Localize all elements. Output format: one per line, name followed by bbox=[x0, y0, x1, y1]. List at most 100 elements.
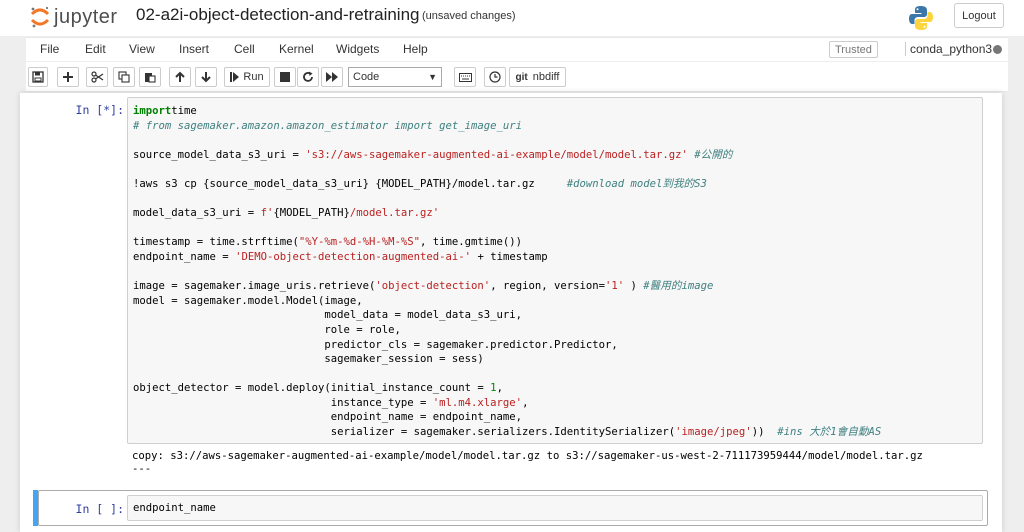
code-line: model = sagemaker.model.Model(image, bbox=[133, 294, 881, 309]
header: jupyter 02-a2i-object-detection-and-retr… bbox=[0, 0, 1024, 36]
run-button[interactable]: Run bbox=[224, 67, 270, 87]
code-line: sagemaker_session = sess) bbox=[133, 352, 881, 367]
code-line: predictor_cls = sagemaker.predictor.Pred… bbox=[133, 338, 881, 353]
plus-icon bbox=[63, 72, 73, 82]
code-token: #download model到我的S3 bbox=[566, 177, 707, 190]
code-token: source_model_data_s3_uri = bbox=[133, 148, 306, 161]
cell-2-input[interactable]: endpoint_name bbox=[127, 495, 983, 521]
code-token: 'ml.m4.xlarge' bbox=[432, 396, 523, 409]
code-line: endpoint_name = 'DEMO-object-detection-a… bbox=[133, 250, 881, 265]
copy-icon bbox=[118, 71, 130, 83]
code-token: )) bbox=[751, 426, 778, 439]
code-line: endpoint_name bbox=[133, 501, 216, 516]
code-line: object_detector = model.deploy(initial_i… bbox=[133, 381, 881, 396]
cell-1-prompt: In [*]: bbox=[75, 103, 124, 117]
python-logo-icon bbox=[909, 6, 933, 30]
output-line-2: --- bbox=[132, 463, 152, 475]
code-line: serializer = sagemaker.serializers.Ident… bbox=[133, 425, 882, 440]
save-button[interactable] bbox=[28, 67, 48, 87]
logo-text: jupyter bbox=[54, 5, 118, 28]
interrupt-button[interactable] bbox=[274, 67, 296, 87]
code-token: endpoint_name = bbox=[133, 250, 236, 263]
menu-edit[interactable]: Edit bbox=[85, 42, 106, 56]
code-token: instance_type = bbox=[133, 396, 433, 409]
code-token: import bbox=[133, 105, 172, 117]
step-forward-icon bbox=[230, 72, 240, 82]
arrow-up-icon bbox=[175, 71, 185, 82]
kernel-name[interactable]: conda_python3 bbox=[910, 42, 992, 56]
menu-view[interactable]: View bbox=[129, 42, 155, 56]
kernel-busy-icon bbox=[993, 45, 1002, 54]
copy-button[interactable] bbox=[113, 67, 135, 87]
code-line: model_data_s3_uri = f'{MODEL_PATH}/model… bbox=[133, 206, 881, 221]
code-token: !aws s3 cp {source_model_data_s3_uri} {M… bbox=[133, 177, 567, 190]
restart-kernel-button[interactable] bbox=[297, 67, 319, 87]
menu-insert[interactable]: Insert bbox=[179, 42, 209, 56]
code-token: 's3://aws-sagemaker-augmented-ai-example… bbox=[305, 148, 688, 161]
notebook-title[interactable]: 02-a2i-object-detection-and-retraining bbox=[136, 5, 420, 25]
move-up-button[interactable] bbox=[169, 67, 191, 87]
code-token: #ins 大於1會自動AS bbox=[777, 426, 882, 439]
code-token: {MODEL_PATH} bbox=[273, 207, 350, 220]
code-token: + timestamp bbox=[471, 250, 548, 263]
notebook-container: In [*]: importtime # from sagemaker.amazo… bbox=[20, 93, 1002, 532]
code-line: role = role, bbox=[133, 323, 881, 338]
cell-1-code[interactable]: importtime # from sagemaker.amazon.amazon… bbox=[133, 104, 881, 440]
code-token: predictor_cls = sagemaker.predictor.Pred… bbox=[133, 338, 618, 351]
code-token: "%Y-%m-%d-%H-%M-%S" bbox=[298, 236, 421, 249]
code-token: role = role, bbox=[133, 323, 401, 336]
restart-icon bbox=[303, 71, 313, 82]
menu-cell[interactable]: Cell bbox=[234, 42, 255, 56]
code-token: , region, version= bbox=[490, 280, 605, 293]
chevron-down-icon: ▼ bbox=[428, 72, 437, 82]
code-token: 'DEMO-object-detection-augmented-ai-' bbox=[235, 250, 472, 263]
menu-widgets[interactable]: Widgets bbox=[336, 42, 379, 56]
code-token: model_data = model_data_s3_uri, bbox=[133, 309, 523, 322]
code-token: ) bbox=[624, 280, 644, 293]
insert-cell-button[interactable] bbox=[57, 67, 79, 87]
code-token: endpoint_name = endpoint_name, bbox=[133, 411, 523, 424]
code-token: image = sagemaker.image_uris.retrieve( bbox=[133, 280, 376, 293]
menubar: File Edit View Insert Cell Kernel Widget… bbox=[26, 37, 1008, 61]
code-token: 'image/jpeg' bbox=[675, 426, 752, 439]
git-label: git bbox=[515, 71, 528, 83]
paste-button[interactable] bbox=[139, 67, 161, 87]
menu-file[interactable]: File bbox=[40, 42, 59, 56]
output-line-1: copy: s3://aws-sagemaker-augmented-ai-ex… bbox=[132, 450, 923, 462]
cell-type-select[interactable]: Code ▼ bbox=[348, 67, 442, 87]
code-token: , bbox=[522, 396, 529, 409]
menu-help[interactable]: Help bbox=[403, 42, 428, 56]
command-palette-button[interactable] bbox=[454, 67, 476, 87]
jupyter-logo[interactable]: jupyter bbox=[30, 5, 118, 29]
code-token: timestamp = time.strftime( bbox=[133, 236, 299, 249]
logout-button[interactable]: Logout bbox=[954, 3, 1004, 28]
code-line: instance_type = 'ml.m4.xlarge', bbox=[133, 396, 881, 411]
cell-1-input[interactable]: importtime # from sagemaker.amazon.amazon… bbox=[127, 97, 983, 444]
cell-1-output: copy: s3://aws-sagemaker-augmented-ai-ex… bbox=[132, 450, 923, 476]
code-token: endpoint_name bbox=[133, 502, 216, 514]
cell-2-code[interactable]: endpoint_name bbox=[133, 501, 216, 516]
restart-run-all-button[interactable] bbox=[321, 67, 343, 87]
code-line: model_data = model_data_s3_uri, bbox=[133, 308, 881, 323]
code-token: sagemaker_session = sess) bbox=[133, 353, 484, 366]
kernel-divider bbox=[905, 42, 906, 56]
run-label: Run bbox=[243, 71, 264, 83]
code-token: time bbox=[171, 105, 197, 117]
toolbar: Run Code ▼ git nbdiff bbox=[26, 62, 1008, 92]
move-down-button[interactable] bbox=[195, 67, 217, 87]
stop-icon bbox=[280, 72, 290, 82]
trusted-indicator[interactable]: Trusted bbox=[829, 41, 878, 58]
nbdiff-button[interactable]: git nbdiff bbox=[509, 67, 566, 87]
menu-kernel[interactable]: Kernel bbox=[279, 42, 314, 56]
code-token: /model.tar.gz' bbox=[349, 207, 440, 220]
history-button[interactable] bbox=[484, 67, 506, 87]
code-token: 'object-detection' bbox=[375, 280, 491, 293]
nbdiff-label: nbdiff bbox=[532, 71, 560, 83]
code-token: , bbox=[496, 382, 503, 395]
cut-button[interactable] bbox=[86, 67, 108, 87]
